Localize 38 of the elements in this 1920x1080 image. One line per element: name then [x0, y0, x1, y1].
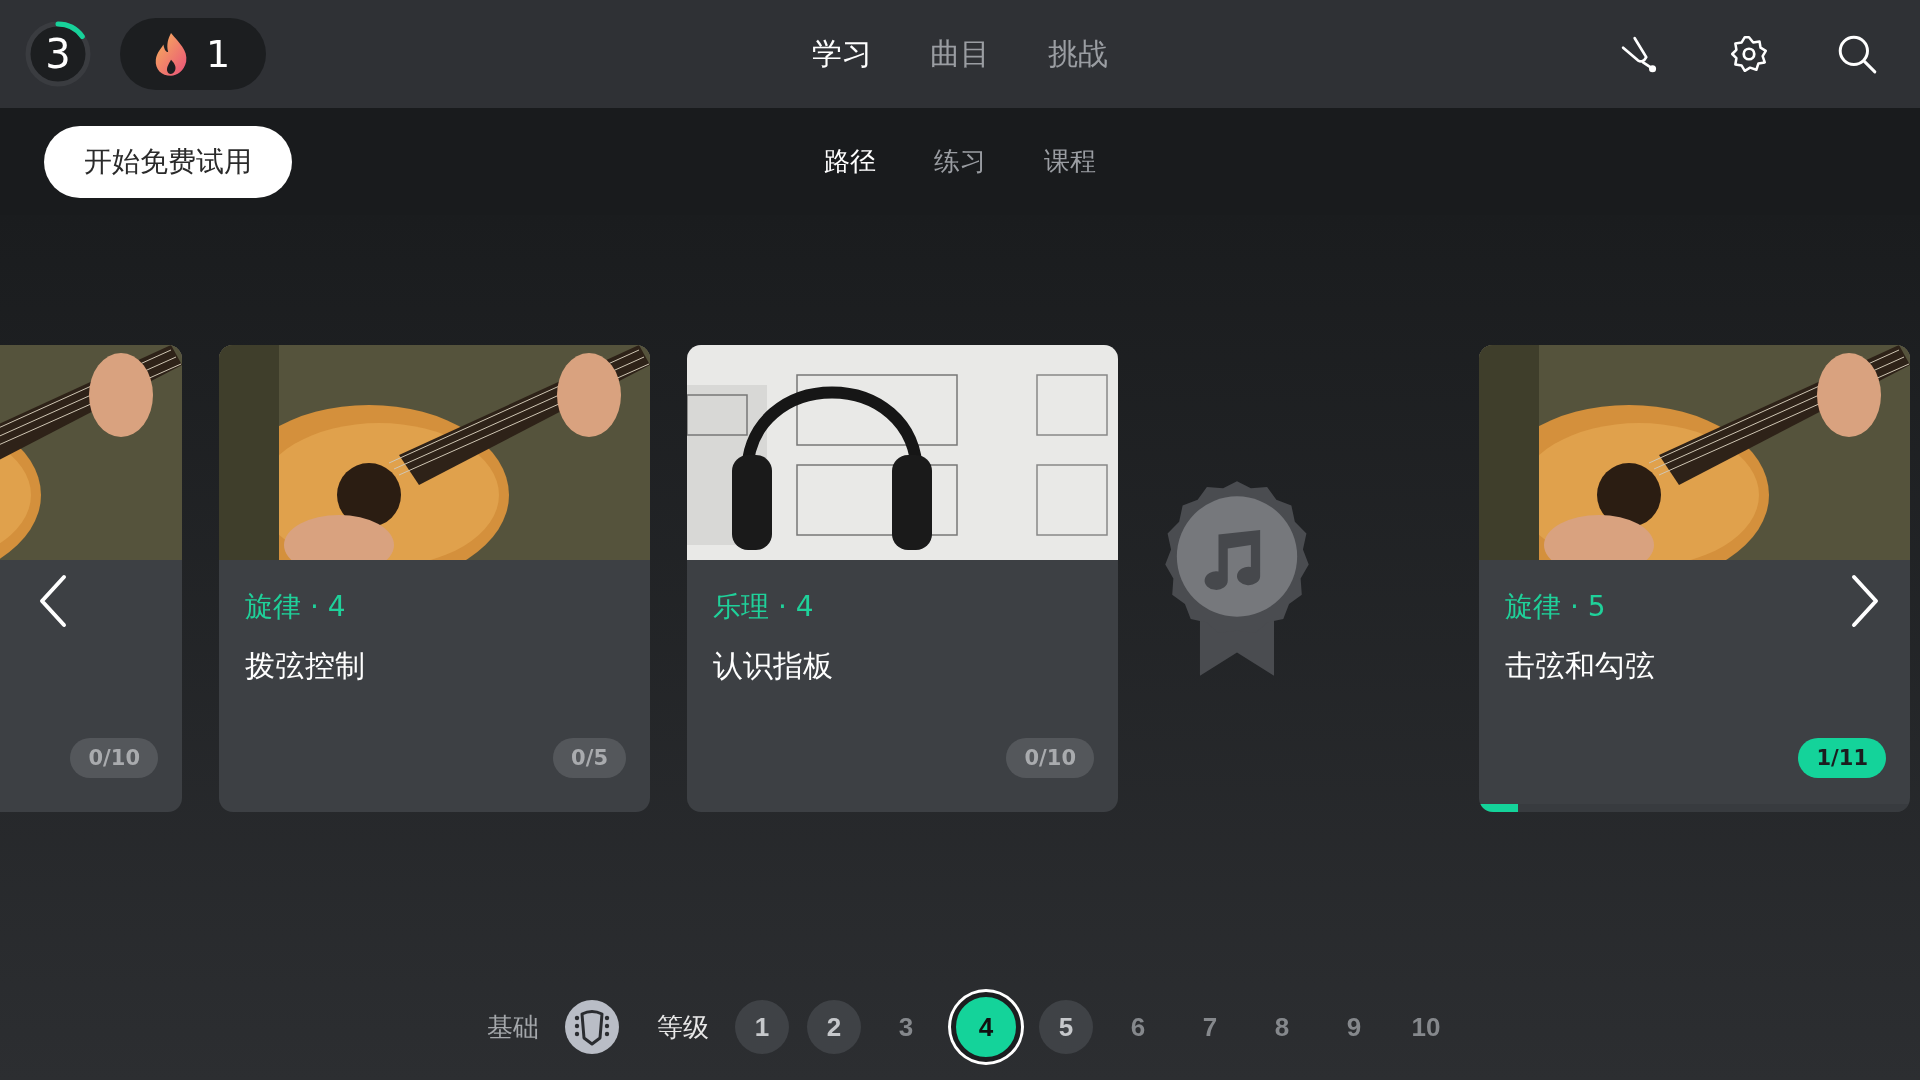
search-icon[interactable]	[1836, 33, 1878, 75]
lesson-card[interactable]: 0/10	[0, 345, 182, 812]
section-tab[interactable]: 课程	[1044, 144, 1096, 179]
progress-badge: 0/10	[1006, 738, 1094, 778]
level-button[interactable]: 9	[1327, 1000, 1381, 1054]
progress-badge: 1/11	[1798, 738, 1886, 778]
lesson-title: 认识指板	[713, 647, 833, 685]
level-button[interactable]: 2	[807, 1000, 861, 1054]
lesson-category: 乐理 · 4	[713, 589, 814, 625]
level-button[interactable]: 6	[1111, 1000, 1165, 1054]
free-trial-button[interactable]: 开始免费试用	[44, 125, 292, 198]
section-tab[interactable]: 练习	[934, 144, 986, 179]
streak-count: 1	[206, 32, 231, 76]
level-button[interactable]: 7	[1183, 1000, 1237, 1054]
lesson-title: 拨弦控制	[245, 647, 365, 685]
level-button[interactable]: 8	[1255, 1000, 1309, 1054]
section-tab[interactable]: 路径	[824, 144, 876, 179]
lesson-card[interactable]: 旋律 · 5 击弦和勾弦 1/11	[1479, 345, 1910, 812]
basics-label: 基础	[487, 1010, 539, 1044]
guitar-headstock-icon[interactable]	[565, 1000, 619, 1054]
lesson-title: 击弦和勾弦	[1505, 647, 1655, 685]
lesson-card[interactable]: 旋律 · 4 拨弦控制 0/5	[219, 345, 650, 812]
level-button[interactable]: 3	[879, 1000, 933, 1054]
level-button[interactable]: 1	[735, 1000, 789, 1054]
lesson-card[interactable]: 乐理 · 4 认识指板 0/10	[687, 345, 1118, 812]
level-button[interactable]: 4	[951, 992, 1021, 1062]
nav-tab[interactable]: 挑战	[1048, 33, 1108, 75]
nav-tab[interactable]: 曲目	[930, 33, 990, 75]
level-button[interactable]: 10	[1399, 1000, 1453, 1054]
nav-tab[interactable]: 学习	[812, 33, 872, 75]
lesson-category: 旋律 · 5	[1505, 589, 1606, 625]
streak-pill[interactable]: 1	[120, 18, 267, 90]
level-button[interactable]: 5	[1039, 1000, 1093, 1054]
progress-badge: 0/5	[553, 738, 626, 778]
levels-label: 等级	[657, 1010, 709, 1044]
settings-icon[interactable]	[1728, 33, 1770, 75]
lesson-category: 旋律 · 4	[245, 589, 346, 625]
progress-badge: 0/10	[70, 738, 158, 778]
